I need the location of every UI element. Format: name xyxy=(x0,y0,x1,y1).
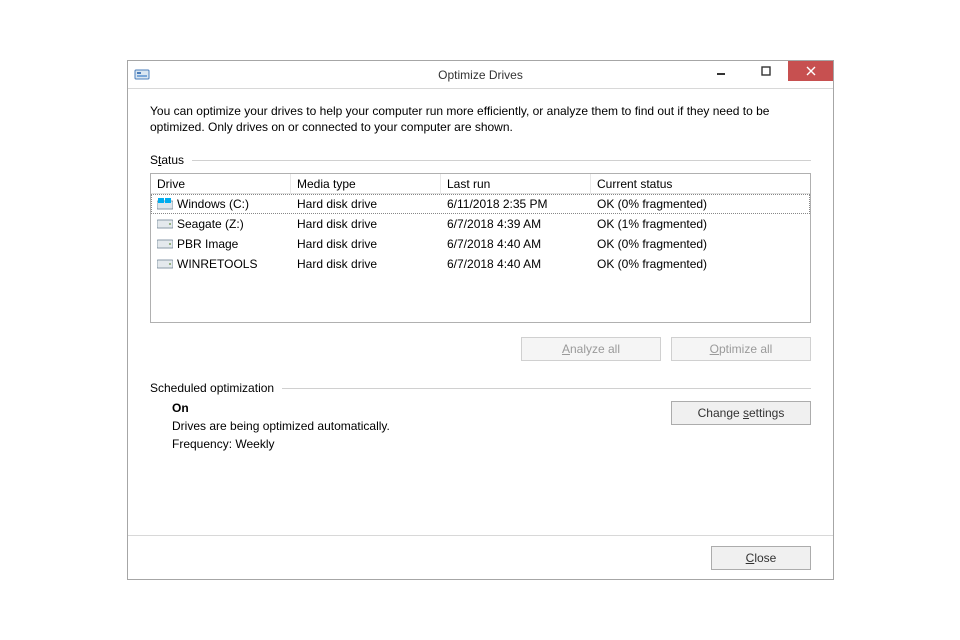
list-header: Drive Media type Last run Current status xyxy=(151,174,810,194)
drive-status: OK (0% fragmented) xyxy=(591,234,810,254)
drive-icon xyxy=(157,198,173,210)
drive-media: Hard disk drive xyxy=(291,194,441,214)
col-drive[interactable]: Drive xyxy=(151,174,291,193)
scheduled-desc: Drives are being optimized automatically… xyxy=(172,419,659,433)
drive-row[interactable]: WINRETOOLS Hard disk drive6/7/2018 4:40 A… xyxy=(151,254,810,274)
divider xyxy=(192,160,811,161)
drive-last-run: 6/7/2018 4:40 AM xyxy=(441,234,591,254)
col-last-run[interactable]: Last run xyxy=(441,174,591,193)
drive-name: PBR Image xyxy=(177,237,238,251)
window-controls xyxy=(698,61,833,81)
drive-row[interactable]: PBR Image Hard disk drive6/7/2018 4:40 AM… xyxy=(151,234,810,254)
col-media[interactable]: Media type xyxy=(291,174,441,193)
drive-row[interactable]: Windows (C:) Hard disk drive6/11/2018 2:3… xyxy=(151,194,810,214)
status-section-label: Status xyxy=(150,153,811,167)
drive-icon xyxy=(157,238,173,250)
drive-last-run: 6/7/2018 4:39 AM xyxy=(441,214,591,234)
drive-status: OK (0% fragmented) xyxy=(591,254,810,274)
drive-icon xyxy=(157,258,173,270)
close-button[interactable]: Close xyxy=(711,546,811,570)
divider xyxy=(282,388,811,389)
app-icon xyxy=(134,67,150,83)
drive-status: OK (1% fragmented) xyxy=(591,214,810,234)
drive-icon xyxy=(157,218,173,230)
scheduled-freq: Frequency: Weekly xyxy=(172,437,659,451)
drive-media: Hard disk drive xyxy=(291,254,441,274)
drive-media: Hard disk drive xyxy=(291,214,441,234)
drive-last-run: 6/7/2018 4:40 AM xyxy=(441,254,591,274)
optimize-drives-window: Optimize Drives You can optimize your dr… xyxy=(127,60,834,580)
maximize-button[interactable] xyxy=(743,61,788,81)
drive-last-run: 6/11/2018 2:35 PM xyxy=(441,194,591,214)
intro-text: You can optimize your drives to help you… xyxy=(150,103,811,135)
drive-row[interactable]: Seagate (Z:) Hard disk drive6/7/2018 4:39… xyxy=(151,214,810,234)
titlebar[interactable]: Optimize Drives xyxy=(128,61,833,89)
scheduled-text: On Drives are being optimized automatica… xyxy=(172,401,659,455)
drive-name: Windows (C:) xyxy=(177,197,249,211)
scheduled-label: Scheduled optimization xyxy=(150,381,811,395)
scheduled-on: On xyxy=(172,401,659,415)
action-buttons: Analyze all Optimize all xyxy=(150,337,811,361)
optimize-all-button[interactable]: Optimize all xyxy=(671,337,811,361)
drive-media: Hard disk drive xyxy=(291,234,441,254)
footer: Close xyxy=(128,535,833,579)
content-area: You can optimize your drives to help you… xyxy=(128,89,833,455)
minimize-button[interactable] xyxy=(698,61,743,81)
close-window-button[interactable] xyxy=(788,61,833,81)
analyze-all-button[interactable]: Analyze all xyxy=(521,337,661,361)
drive-name: WINRETOOLS xyxy=(177,257,257,271)
drive-name: Seagate (Z:) xyxy=(177,217,244,231)
drive-status: OK (0% fragmented) xyxy=(591,194,810,214)
scheduled-section: Scheduled optimization On Drives are bei… xyxy=(150,381,811,455)
change-settings-button[interactable]: Change settings xyxy=(671,401,811,425)
drives-listbox[interactable]: Drive Media type Last run Current status… xyxy=(150,173,811,323)
col-status[interactable]: Current status xyxy=(591,174,810,193)
